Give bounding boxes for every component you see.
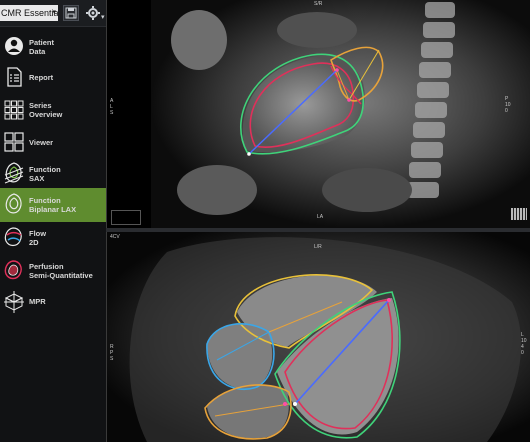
nav-label: Perfusion Semi-Quantitative bbox=[29, 262, 93, 280]
save-icon bbox=[65, 7, 77, 19]
viewport-bottom[interactable]: 4CV L/R R P S L 10 4 0 bbox=[106, 232, 530, 442]
orientation-left-label: R P S bbox=[110, 344, 114, 362]
nav-item-perfusion[interactable]: Perfusion Semi-Quantitative bbox=[0, 254, 106, 288]
orientation-right-label: L 10 4 0 bbox=[521, 332, 527, 356]
nav-item-function-sax[interactable]: Function SAX bbox=[0, 157, 106, 191]
function-lax-icon bbox=[5, 193, 22, 214]
nav-item-report[interactable]: Report bbox=[0, 61, 106, 95]
nav-label: Function SAX bbox=[29, 165, 61, 183]
nav-label: Flow 2D bbox=[29, 229, 47, 247]
nav-label: Patient Data bbox=[29, 38, 55, 56]
flow-icon bbox=[4, 227, 22, 247]
dropdown-arrow-icon: ▾ bbox=[52, 9, 56, 16]
orientation-left-label: A L S bbox=[110, 98, 114, 116]
thumbnail-box[interactable] bbox=[111, 210, 141, 225]
mri-image-top bbox=[151, 0, 530, 228]
orientation-bottom-label: LA bbox=[317, 214, 324, 220]
report-icon bbox=[7, 67, 22, 87]
nav-label: Function Biplanar LAX bbox=[29, 196, 77, 214]
nav-label: Series Overview bbox=[29, 101, 63, 119]
toolbar: CMR Essentials ▾ ▾ bbox=[0, 0, 106, 27]
function-sax-icon bbox=[4, 162, 24, 184]
film-strip-icon[interactable] bbox=[511, 208, 527, 220]
perfusion-icon bbox=[4, 260, 22, 280]
viewer-icon bbox=[4, 132, 24, 152]
save-button[interactable] bbox=[63, 5, 79, 21]
viewport-top[interactable]: S/R A L S LA P 10 0 bbox=[106, 0, 530, 228]
orientation-top-label: L/R bbox=[314, 244, 322, 250]
settings-button[interactable]: ▾ bbox=[85, 5, 105, 21]
mri-image-bottom bbox=[107, 232, 530, 442]
nav-item-flow-2d[interactable]: Flow 2D bbox=[0, 221, 106, 255]
nav-item-function-biplanar-lax[interactable]: Function Biplanar LAX bbox=[0, 188, 106, 222]
mpr-icon bbox=[4, 291, 24, 313]
nav-item-patient-data[interactable]: Patient Data bbox=[0, 30, 106, 64]
protocol-select-label: CMR Essentials bbox=[1, 8, 58, 18]
svg-text:▾: ▾ bbox=[101, 14, 105, 21]
gear-icon: ▾ bbox=[86, 6, 105, 21]
nav-label: MPR bbox=[29, 297, 46, 306]
view-label-4cv: 4CV bbox=[110, 234, 120, 240]
nav-label: Viewer bbox=[29, 138, 54, 147]
nav-item-mpr[interactable]: MPR bbox=[0, 286, 106, 320]
series-overview-icon bbox=[4, 100, 24, 120]
nav-label: Report bbox=[29, 73, 54, 82]
orientation-right-label: P 10 0 bbox=[505, 96, 511, 114]
nav-item-series-overview[interactable]: Series Overview bbox=[0, 93, 106, 127]
orientation-top-label: S/R bbox=[314, 1, 323, 7]
nav-item-viewer[interactable]: Viewer bbox=[0, 125, 106, 159]
patient-icon bbox=[5, 37, 23, 55]
protocol-select[interactable]: CMR Essentials ▾ bbox=[0, 5, 58, 21]
sidebar: CMR Essentials ▾ ▾ bbox=[0, 0, 106, 442]
